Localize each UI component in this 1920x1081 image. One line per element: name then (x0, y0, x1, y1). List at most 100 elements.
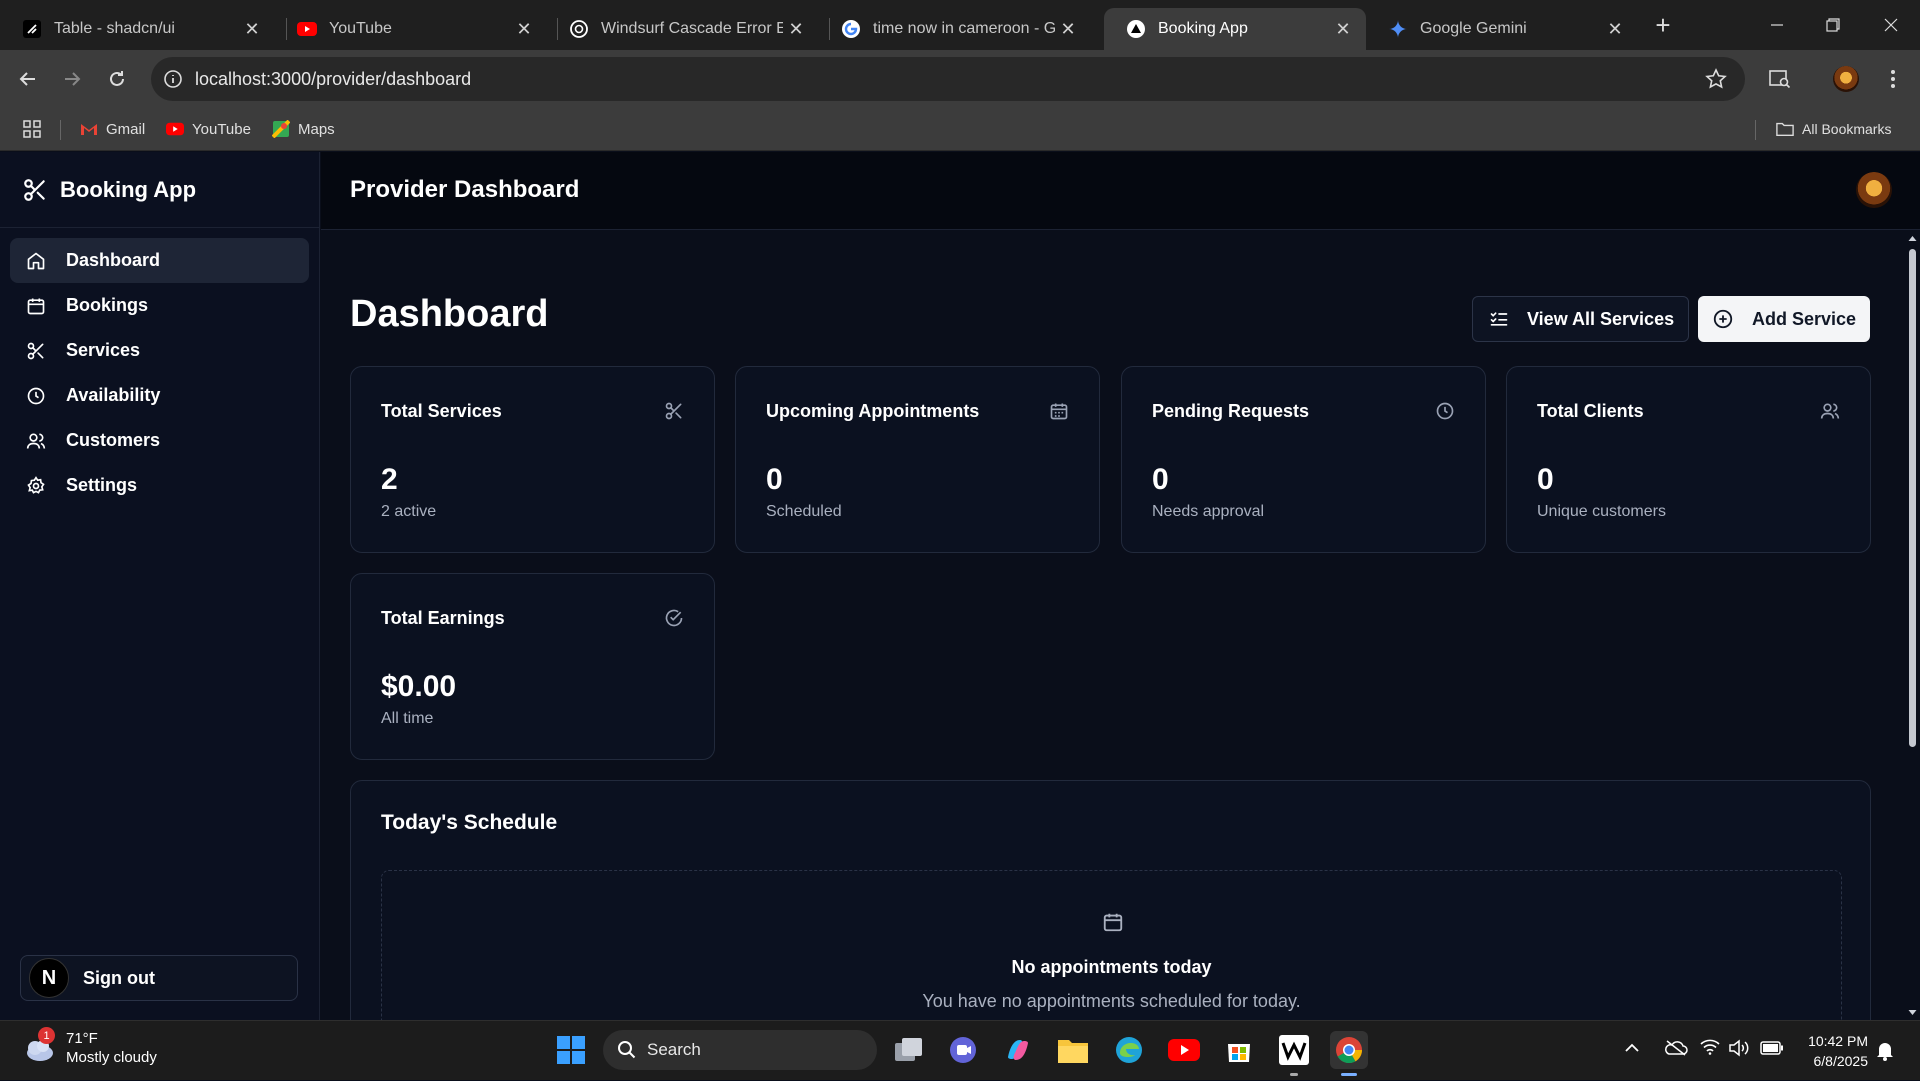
browser-tab-shadcn[interactable]: Table - shadcn/ui ✕ (0, 8, 275, 50)
shadcn-icon (22, 19, 42, 39)
browser-tab-bar: Table - shadcn/ui ✕ YouTube ✕ Windsurf C… (0, 0, 1920, 50)
reload-icon[interactable] (101, 63, 133, 95)
windsurf-app-icon[interactable] (1275, 1031, 1313, 1076)
user-avatar[interactable] (1856, 172, 1892, 208)
close-window-button[interactable] (1868, 0, 1914, 50)
new-tab-button[interactable]: + (1640, 0, 1686, 50)
forward-arrow-icon[interactable] (56, 63, 88, 95)
card-value: 0 (766, 463, 783, 496)
all-bookmarks-label: All Bookmarks (1802, 121, 1892, 137)
sidebar-item-bookings[interactable]: Bookings (10, 283, 309, 328)
add-service-label: Add Service (1752, 308, 1857, 329)
search-icon (617, 1040, 647, 1060)
chevron-up-icon[interactable] (1624, 1041, 1640, 1053)
notification-bell-icon[interactable] (1876, 1041, 1894, 1061)
kebab-menu-icon[interactable] (1877, 63, 1909, 95)
card-title: Total Clients (1537, 401, 1644, 421)
home-icon (26, 251, 66, 271)
sidebar-item-label: Services (66, 340, 141, 360)
sidebar-item-label: Dashboard (66, 250, 161, 270)
tab-search-icon[interactable] (1764, 63, 1796, 95)
task-view-icon[interactable] (890, 1031, 928, 1069)
all-bookmarks-button[interactable]: All Bookmarks (1776, 116, 1891, 142)
card-title: Upcoming Appointments (766, 401, 980, 421)
edge-browser-icon[interactable] (1110, 1031, 1148, 1069)
empty-schedule-state: No appointments today You have no appoin… (381, 870, 1842, 1020)
windows-start-icon[interactable] (552, 1031, 590, 1069)
bookmark-youtube[interactable]: YouTube (166, 116, 251, 142)
brand-logo[interactable]: Booking App (0, 152, 319, 228)
brand-name: Booking App (60, 176, 197, 202)
stat-card-total-clients: Total Clients 0 Unique customers (1506, 366, 1871, 553)
browser-tab-youtube[interactable]: YouTube ✕ (275, 8, 547, 50)
bookmark-maps[interactable]: Maps (272, 116, 335, 142)
sign-out-button[interactable]: N Sign out (20, 955, 298, 1001)
close-tab-icon[interactable]: ✕ (511, 16, 537, 42)
app-sidebar: Booking App Dashboard Bookings Services … (0, 152, 320, 1020)
clock-time: 10:42 PM (1808, 1033, 1868, 1049)
stat-card-total-services: Total Services 2 2 active (350, 366, 715, 553)
teams-icon[interactable] (944, 1031, 982, 1069)
card-value: $0.00 (381, 670, 457, 703)
tab-title: YouTube (329, 20, 392, 37)
taskbar-search-box[interactable]: Search (603, 1030, 877, 1070)
browser-tab-gemini[interactable]: Google Gemini ✕ (1366, 8, 1638, 50)
sidebar-item-customers[interactable]: Customers (10, 418, 309, 463)
search-placeholder: Search (647, 1040, 701, 1059)
browser-tab-google-search[interactable]: time now in cameroon - Go ✕ (819, 8, 1091, 50)
tab-title: Google Gemini (1420, 20, 1527, 37)
restore-button[interactable] (1810, 0, 1856, 50)
profile-avatar[interactable] (1830, 63, 1862, 95)
youtube-icon (297, 19, 317, 39)
tab-title: Table - shadcn/ui (54, 20, 175, 37)
plus-circle-icon (1712, 308, 1752, 330)
app-header: Provider Dashboard (321, 152, 1920, 230)
card-title: Pending Requests (1152, 401, 1310, 421)
close-tab-icon[interactable]: ✕ (783, 16, 809, 42)
add-service-button[interactable]: Add Service (1698, 296, 1870, 342)
close-tab-icon[interactable]: ✕ (1330, 16, 1356, 42)
taskbar-clock[interactable]: 10:42 PM 6/8/2025 (1796, 1031, 1868, 1071)
apps-grid-icon[interactable] (22, 116, 42, 142)
sidebar-item-availability[interactable]: Availability (10, 373, 309, 418)
view-all-services-button[interactable]: View All Services (1472, 296, 1689, 342)
users-icon (1820, 401, 1840, 421)
site-info-icon[interactable] (163, 69, 183, 89)
sidebar-item-dashboard[interactable]: Dashboard (10, 238, 309, 283)
url-text[interactable]: localhost:3000/provider/dashboard (195, 69, 471, 90)
back-arrow-icon[interactable] (12, 63, 44, 95)
wifi-icon[interactable] (1700, 1039, 1720, 1055)
scissors-icon (26, 341, 66, 361)
browser-tab-windsurf[interactable]: Windsurf Cascade Error Exp ✕ (547, 8, 819, 50)
sidebar-item-services[interactable]: Services (10, 328, 309, 373)
youtube-app-icon[interactable] (1165, 1031, 1203, 1069)
bookmark-gmail[interactable]: Gmail (80, 116, 145, 142)
openai-icon (569, 19, 589, 39)
next-logo-icon: N (29, 958, 69, 998)
bookmark-label: Maps (298, 120, 335, 138)
sidebar-item-settings[interactable]: Settings (10, 463, 309, 508)
microsoft-store-icon[interactable] (1220, 1031, 1258, 1069)
view-all-services-label: View All Services (1527, 308, 1675, 329)
copilot-icon[interactable] (999, 1031, 1037, 1069)
minimize-button[interactable] (1754, 0, 1800, 50)
weather-widget[interactable]: 1 71°F Mostly cloudy (22, 1027, 157, 1067)
close-tab-icon[interactable]: ✕ (1602, 16, 1628, 42)
file-explorer-icon[interactable] (1054, 1031, 1092, 1069)
page-scrollbar[interactable] (1905, 231, 1920, 1020)
weather-badge: 1 (38, 1027, 55, 1044)
chrome-app-icon[interactable] (1330, 1031, 1368, 1076)
tab-title: Booking App (1158, 20, 1248, 37)
speaker-icon[interactable] (1728, 1039, 1750, 1057)
onedrive-offline-icon[interactable] (1664, 1039, 1688, 1057)
card-title: Total Earnings (381, 608, 505, 628)
close-tab-icon[interactable]: ✕ (1055, 16, 1081, 42)
battery-icon[interactable] (1760, 1041, 1784, 1055)
close-tab-icon[interactable]: ✕ (239, 16, 265, 42)
bookmark-star-icon[interactable] (1705, 68, 1727, 90)
empty-text: You have no appointments scheduled for t… (922, 991, 1301, 1011)
address-bar[interactable]: localhost:3000/provider/dashboard (151, 57, 1745, 101)
users-icon (26, 431, 66, 451)
browser-tab-booking-app[interactable]: Booking App ✕ (1104, 8, 1366, 50)
sidebar-item-label: Availability (66, 385, 161, 405)
